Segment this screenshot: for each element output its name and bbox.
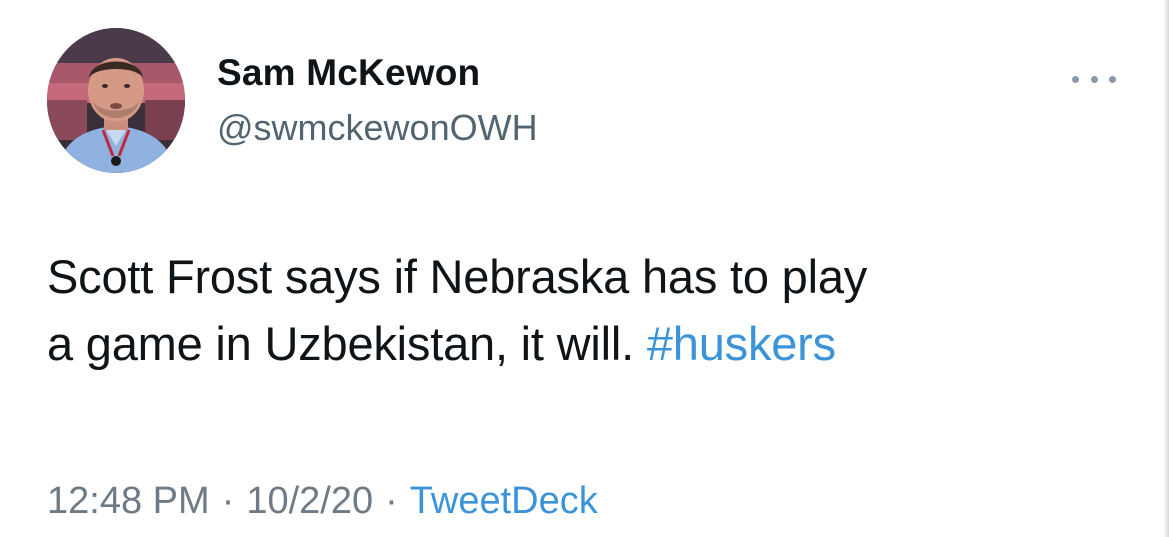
more-options-button[interactable] xyxy=(1068,64,1120,94)
more-horizontal-icon xyxy=(1072,75,1079,83)
more-horizontal-icon-dot xyxy=(1109,75,1116,83)
tweet-source-link[interactable]: TweetDeck xyxy=(410,480,598,522)
tweet-text-line: a game in Uzbekistan, it will. #huskers xyxy=(47,310,1147,377)
tweet-date[interactable]: 10/2/20 xyxy=(246,480,373,522)
tweet-text-segment: a game in Uzbekistan, it will. xyxy=(47,317,647,370)
tweet-text: Scott Frost says if Nebraska has to play… xyxy=(47,243,1147,377)
author-handle[interactable]: @swmckewonOWH xyxy=(217,107,538,149)
hashtag-link[interactable]: #huskers xyxy=(647,317,836,370)
profile-photo-icon xyxy=(47,28,185,173)
more-horizontal-icon-dot xyxy=(1090,75,1098,83)
scrollbar-edge xyxy=(1163,0,1169,537)
meta-separator: · xyxy=(221,480,235,522)
tweet-time[interactable]: 12:48 PM xyxy=(47,480,210,522)
tweet-metadata: 12:48 PM · 10/2/20 · TweetDeck xyxy=(47,480,598,523)
tweet-text-line: Scott Frost says if Nebraska has to play xyxy=(47,250,868,303)
tweet-card: Sam McKewon @swmckewonOWH Scott Frost sa… xyxy=(0,0,1169,537)
author-avatar[interactable] xyxy=(47,28,185,173)
meta-separator: · xyxy=(385,480,398,522)
author-display-name[interactable]: Sam McKewon xyxy=(217,52,480,94)
